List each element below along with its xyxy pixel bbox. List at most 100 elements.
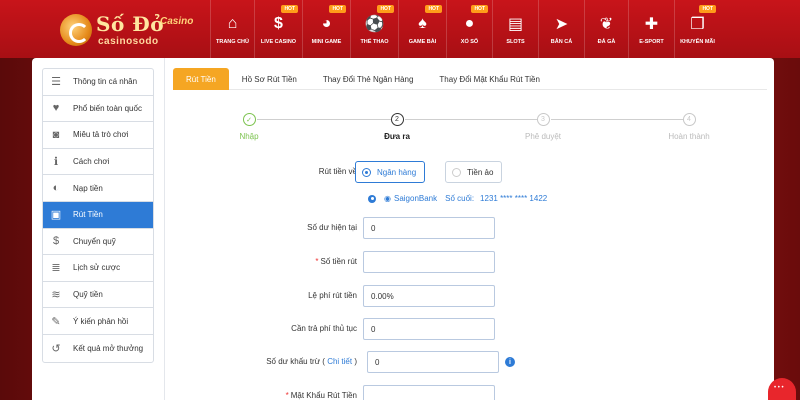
need-fee-row: Cần trả phí thủ tục 0 [165, 318, 775, 340]
bank-selected-icon [368, 194, 376, 203]
hot-badge: HOT [699, 5, 716, 13]
deduct-row: Số dư khấu trừ ( Chi tiết ) 0 i [165, 351, 775, 373]
edit-feedback-icon: ✎ [51, 315, 61, 328]
logo-emblem-icon [60, 14, 92, 46]
step-label: Nhập [239, 132, 259, 141]
sidebar-item-label: Chuyển quỹ [73, 236, 116, 246]
balance-input[interactable]: 0 [363, 217, 495, 239]
sidebar-item-10[interactable]: ↺ Kết quả mở thưởng [43, 335, 153, 362]
step-2: 2 Đưa ra [347, 113, 447, 141]
withdraw-panel: Rút Tiền Hồ Sơ Rút Tiền Thay Đổi Thẻ Ngân … [164, 58, 774, 400]
hot-badge: HOT [329, 5, 346, 13]
sidebar-item-7[interactable]: ≣ Lịch sử cược [43, 255, 153, 282]
deduct-detail-link[interactable]: Chi tiết [327, 357, 352, 366]
sidebar-item-label: Miêu tả trò chơi [73, 130, 129, 140]
sidebar-item-label: Lịch sử cược [73, 263, 121, 273]
sidebar-item-label: Thông tin cá nhân [73, 77, 138, 87]
casino-chip-icon: $ [274, 14, 283, 32]
hot-badge: HOT [425, 5, 442, 13]
tab-1[interactable]: Hồ Sơ Rút Tiền [229, 68, 310, 90]
account-sidebar: ☰ Thông tin cá nhân ♥ Phổ biến toàn quốc ◙ Mi… [32, 58, 164, 400]
lottery-ball-icon: ● [464, 14, 475, 32]
nav-item-2[interactable]: ◕ Mini Game HOT [302, 0, 350, 58]
need-fee-input[interactable]: 0 [363, 318, 495, 340]
nav-label: Game Bài [408, 38, 437, 45]
fee-label: Lệ phí rút tiền [308, 291, 357, 300]
rooster-icon: ❦ [599, 15, 614, 33]
tab-3[interactable]: Thay Đổi Mật Khẩu Rút Tiền [426, 68, 553, 90]
amount-label: * Số tiền rút [315, 257, 357, 266]
nav-item-0[interactable]: ⌂ Trang chủ [210, 0, 254, 58]
nav-label: Xổ Số [460, 38, 479, 45]
nav-item-10[interactable]: ❒ Khuyến Mãi HOT [674, 0, 720, 58]
nav-label: Đá Gà [597, 38, 616, 45]
fee-input[interactable]: 0.00% [363, 285, 495, 307]
sidebar-item-6[interactable]: $ Chuyển quỹ [43, 229, 153, 256]
tab-2[interactable]: Thay Đổi Thẻ Ngân Hàng [310, 68, 427, 90]
nav-item-9[interactable]: ✚ E-Sport [628, 0, 674, 58]
history-clock-icon: ↺ [51, 342, 61, 355]
nav-item-3[interactable]: ⚽ Thể Thao HOT [350, 0, 398, 58]
sidebar-item-0[interactable]: ☰ Thông tin cá nhân [43, 69, 153, 96]
nav-item-8[interactable]: ❦ Đá Gà [584, 0, 628, 58]
brand-casino: Casino [160, 16, 194, 27]
selected-bank-row[interactable]: ◉ SaigonBank Số cuối: 1231 **** **** 142… [368, 194, 547, 203]
amount-row: * Số tiền rút [165, 251, 775, 273]
nav-label: Trang chủ [216, 38, 249, 45]
sidebar-item-label: Rút Tiền [73, 210, 103, 220]
bank-name: SaigonBank [393, 194, 438, 203]
sidebar-item-3[interactable]: ℹ Cách chơi [43, 149, 153, 176]
nav-label: Thể Thao [360, 38, 389, 45]
sidebar-item-1[interactable]: ♥ Phổ biến toàn quốc [43, 96, 153, 123]
nav-label: E-Sport [639, 38, 664, 45]
main-nav: ⌂ Trang chủ $ Live Casino HOT ◕ Mini Game HOT ⚽ T… [210, 0, 720, 58]
virtual-option-radio[interactable]: Tiền ảo [445, 161, 503, 183]
playing-cards-icon: ♠ [418, 14, 427, 32]
chat-bubble-icon[interactable] [768, 378, 796, 400]
bank-option-radio[interactable]: Ngân hàng [355, 161, 426, 183]
nav-label: Slots [506, 38, 525, 45]
nav-item-5[interactable]: ● Xổ Số HOT [446, 0, 492, 58]
sidebar-item-4[interactable]: ◐ Nạp tiền [43, 175, 153, 202]
bank-logo-icon: ◉ [384, 194, 391, 203]
step-4: 4 Hoàn thành [639, 113, 739, 141]
step-3: 3 Phê duyệt [493, 113, 593, 141]
nav-label: Mini Game [311, 38, 342, 45]
sidebar-item-5[interactable]: ▣ Rút Tiền [43, 201, 153, 229]
radio-dot-icon [452, 167, 461, 177]
sidebar-item-label: Quỹ tiền [73, 290, 103, 300]
nav-item-7[interactable]: ➤ Bắn Cá [538, 0, 584, 58]
sidebar-item-label: Cách chơi [73, 157, 110, 167]
home-icon: ⌂ [227, 14, 238, 32]
nav-label: Khuyến Mãi [680, 38, 715, 45]
sidebar-item-label: Nạp tiền [73, 183, 103, 193]
password-label: * Mật Khẩu Rút Tiền [285, 391, 357, 400]
dollar-circle-icon: $ [52, 235, 60, 248]
nav-item-4[interactable]: ♠ Game Bài HOT [398, 0, 446, 58]
sidebar-item-label: Kết quả mở thưởng [73, 343, 144, 353]
nav-item-6[interactable]: ▤ Slots [492, 0, 538, 58]
nav-label: Bắn Cá [550, 38, 573, 45]
sidebar-item-9[interactable]: ✎ Ý kiến phản hồi [43, 308, 153, 335]
step-label: Đưa ra [384, 132, 410, 141]
sidebar-item-2[interactable]: ◙ Miêu tả trò chơi [43, 122, 153, 149]
nav-item-1[interactable]: $ Live Casino HOT [254, 0, 302, 58]
info-icon: ℹ [53, 156, 59, 169]
nav-label: Live Casino [260, 38, 297, 45]
info-icon[interactable]: i [505, 357, 515, 367]
virtual-option-label: Tiền ảo [467, 167, 494, 177]
amount-input[interactable] [363, 251, 495, 273]
top-header: Số Đỏ Casino casinosodo ⌂ Trang chủ $ Live … [0, 0, 800, 58]
step-circle-icon: ✓ [242, 113, 256, 126]
tab-0[interactable]: Rút Tiền [173, 68, 229, 90]
password-input[interactable] [363, 385, 495, 400]
sidebar-item-8[interactable]: ≋ Quỹ tiền [43, 282, 153, 309]
withdraw-to-row: Rút tiền về Ngân hàng Tiền ảo [165, 161, 775, 183]
history-list-icon: ≣ [51, 262, 61, 275]
password-row: * Mật Khẩu Rút Tiền [165, 385, 775, 400]
brand-logo[interactable]: Số Đỏ Casino casinosodo [60, 8, 200, 52]
gift-icon: ❒ [690, 15, 705, 33]
withdraw-to-label: Rút tiền về [318, 167, 357, 176]
hot-badge: HOT [471, 5, 488, 13]
deduct-input[interactable]: 0 [367, 351, 499, 373]
